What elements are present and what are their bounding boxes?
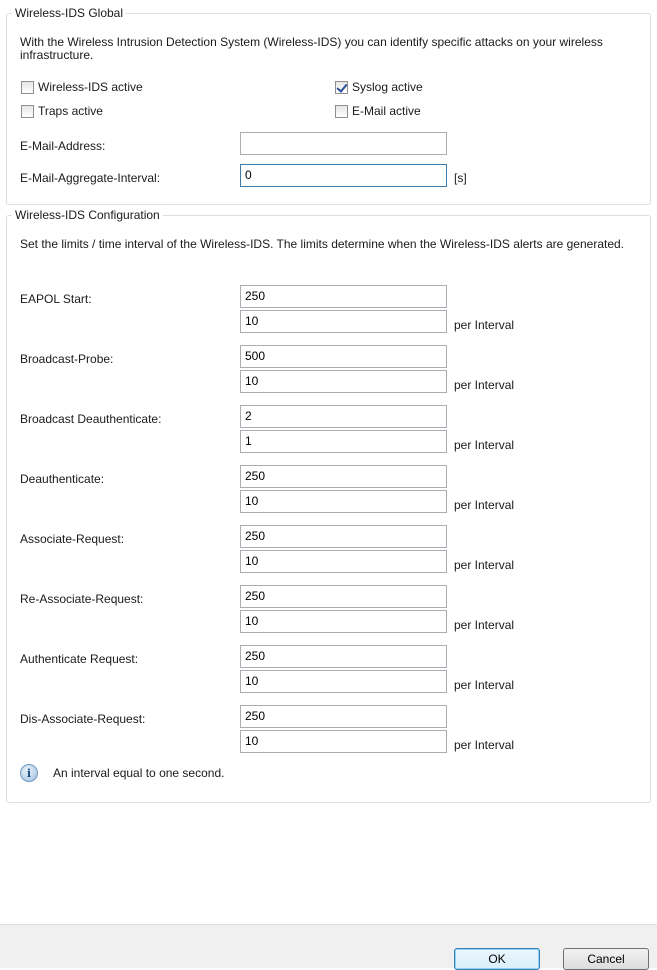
per-interval-label: per Interval bbox=[454, 678, 515, 692]
config-item-label: Re-Associate-Request: bbox=[20, 592, 144, 606]
per-interval-label: per Interval bbox=[454, 558, 515, 572]
config-interval-field[interactable]: 10 bbox=[240, 730, 447, 753]
email-interval-field[interactable]: 0 bbox=[240, 164, 447, 187]
config-interval-field[interactable]: 1 bbox=[240, 430, 447, 453]
config-item-label: EAPOL Start: bbox=[20, 292, 92, 306]
email-active-label: E-Mail active bbox=[352, 104, 421, 118]
config-limit-field[interactable]: 250 bbox=[240, 705, 447, 728]
dialog-footer: OK Cancel bbox=[0, 924, 657, 970]
wids-config-group: Wireless-IDS Configuration Set the limit… bbox=[6, 208, 651, 803]
config-limit-field[interactable]: 500 bbox=[240, 345, 447, 368]
email-address-label: E-Mail-Address: bbox=[20, 139, 106, 153]
config-interval-field[interactable]: 10 bbox=[240, 370, 447, 393]
wids-global-title: Wireless-IDS Global bbox=[12, 6, 127, 20]
wids-global-description: With the Wireless Intrusion Detection Sy… bbox=[20, 35, 603, 62]
email-address-field[interactable] bbox=[240, 132, 447, 155]
config-limit-field[interactable]: 2 bbox=[240, 405, 447, 428]
syslog-active-checkbox[interactable] bbox=[335, 80, 348, 94]
config-limit-field[interactable]: 250 bbox=[240, 525, 447, 548]
config-limit-field[interactable]: 250 bbox=[240, 585, 447, 608]
per-interval-label: per Interval bbox=[454, 618, 515, 632]
per-interval-label: per Interval bbox=[454, 738, 515, 752]
config-item-label: Dis-Associate-Request: bbox=[20, 712, 146, 726]
config-interval-field[interactable]: 10 bbox=[240, 490, 447, 513]
info-row: i An interval equal to one second. bbox=[20, 764, 224, 782]
wids-active-checkbox[interactable] bbox=[21, 80, 34, 94]
config-item-label: Deauthenticate: bbox=[20, 472, 105, 486]
wids-config-description: Set the limits / time interval of the Wi… bbox=[20, 237, 625, 251]
config-item-label: Broadcast Deauthenticate: bbox=[20, 412, 162, 426]
email-interval-label: E-Mail-Aggregate-Interval: bbox=[20, 171, 161, 185]
config-interval-field[interactable]: 10 bbox=[240, 550, 447, 573]
config-limit-field[interactable]: 250 bbox=[240, 465, 447, 488]
per-interval-label: per Interval bbox=[454, 318, 515, 332]
traps-active-checkbox[interactable] bbox=[21, 104, 34, 118]
config-limit-field[interactable]: 250 bbox=[240, 645, 447, 668]
config-limit-field[interactable]: 250 bbox=[240, 285, 447, 308]
wids-active-label: Wireless-IDS active bbox=[38, 80, 143, 94]
traps-active-label: Traps active bbox=[38, 104, 103, 118]
wids-active-checkbox-row[interactable]: Wireless-IDS active bbox=[21, 79, 143, 95]
traps-active-checkbox-row[interactable]: Traps active bbox=[21, 103, 103, 119]
per-interval-label: per Interval bbox=[454, 498, 515, 512]
config-interval-field[interactable]: 10 bbox=[240, 310, 447, 333]
config-interval-field[interactable]: 10 bbox=[240, 610, 447, 633]
syslog-active-label: Syslog active bbox=[352, 80, 423, 94]
syslog-active-checkbox-row[interactable]: Syslog active bbox=[335, 79, 423, 95]
wids-global-group: Wireless-IDS Global With the Wireless In… bbox=[6, 6, 651, 205]
email-interval-unit: [s] bbox=[454, 171, 467, 185]
per-interval-label: per Interval bbox=[454, 378, 515, 392]
config-item-label: Associate-Request: bbox=[20, 532, 125, 546]
email-active-checkbox-row[interactable]: E-Mail active bbox=[335, 103, 421, 119]
wids-config-title: Wireless-IDS Configuration bbox=[12, 208, 163, 222]
config-item-label: Authenticate Request: bbox=[20, 652, 139, 666]
config-interval-field[interactable]: 10 bbox=[240, 670, 447, 693]
email-active-checkbox[interactable] bbox=[335, 104, 348, 118]
info-icon: i bbox=[20, 764, 38, 782]
config-item-label: Broadcast-Probe: bbox=[20, 352, 114, 366]
per-interval-label: per Interval bbox=[454, 438, 515, 452]
info-text: An interval equal to one second. bbox=[53, 766, 225, 780]
